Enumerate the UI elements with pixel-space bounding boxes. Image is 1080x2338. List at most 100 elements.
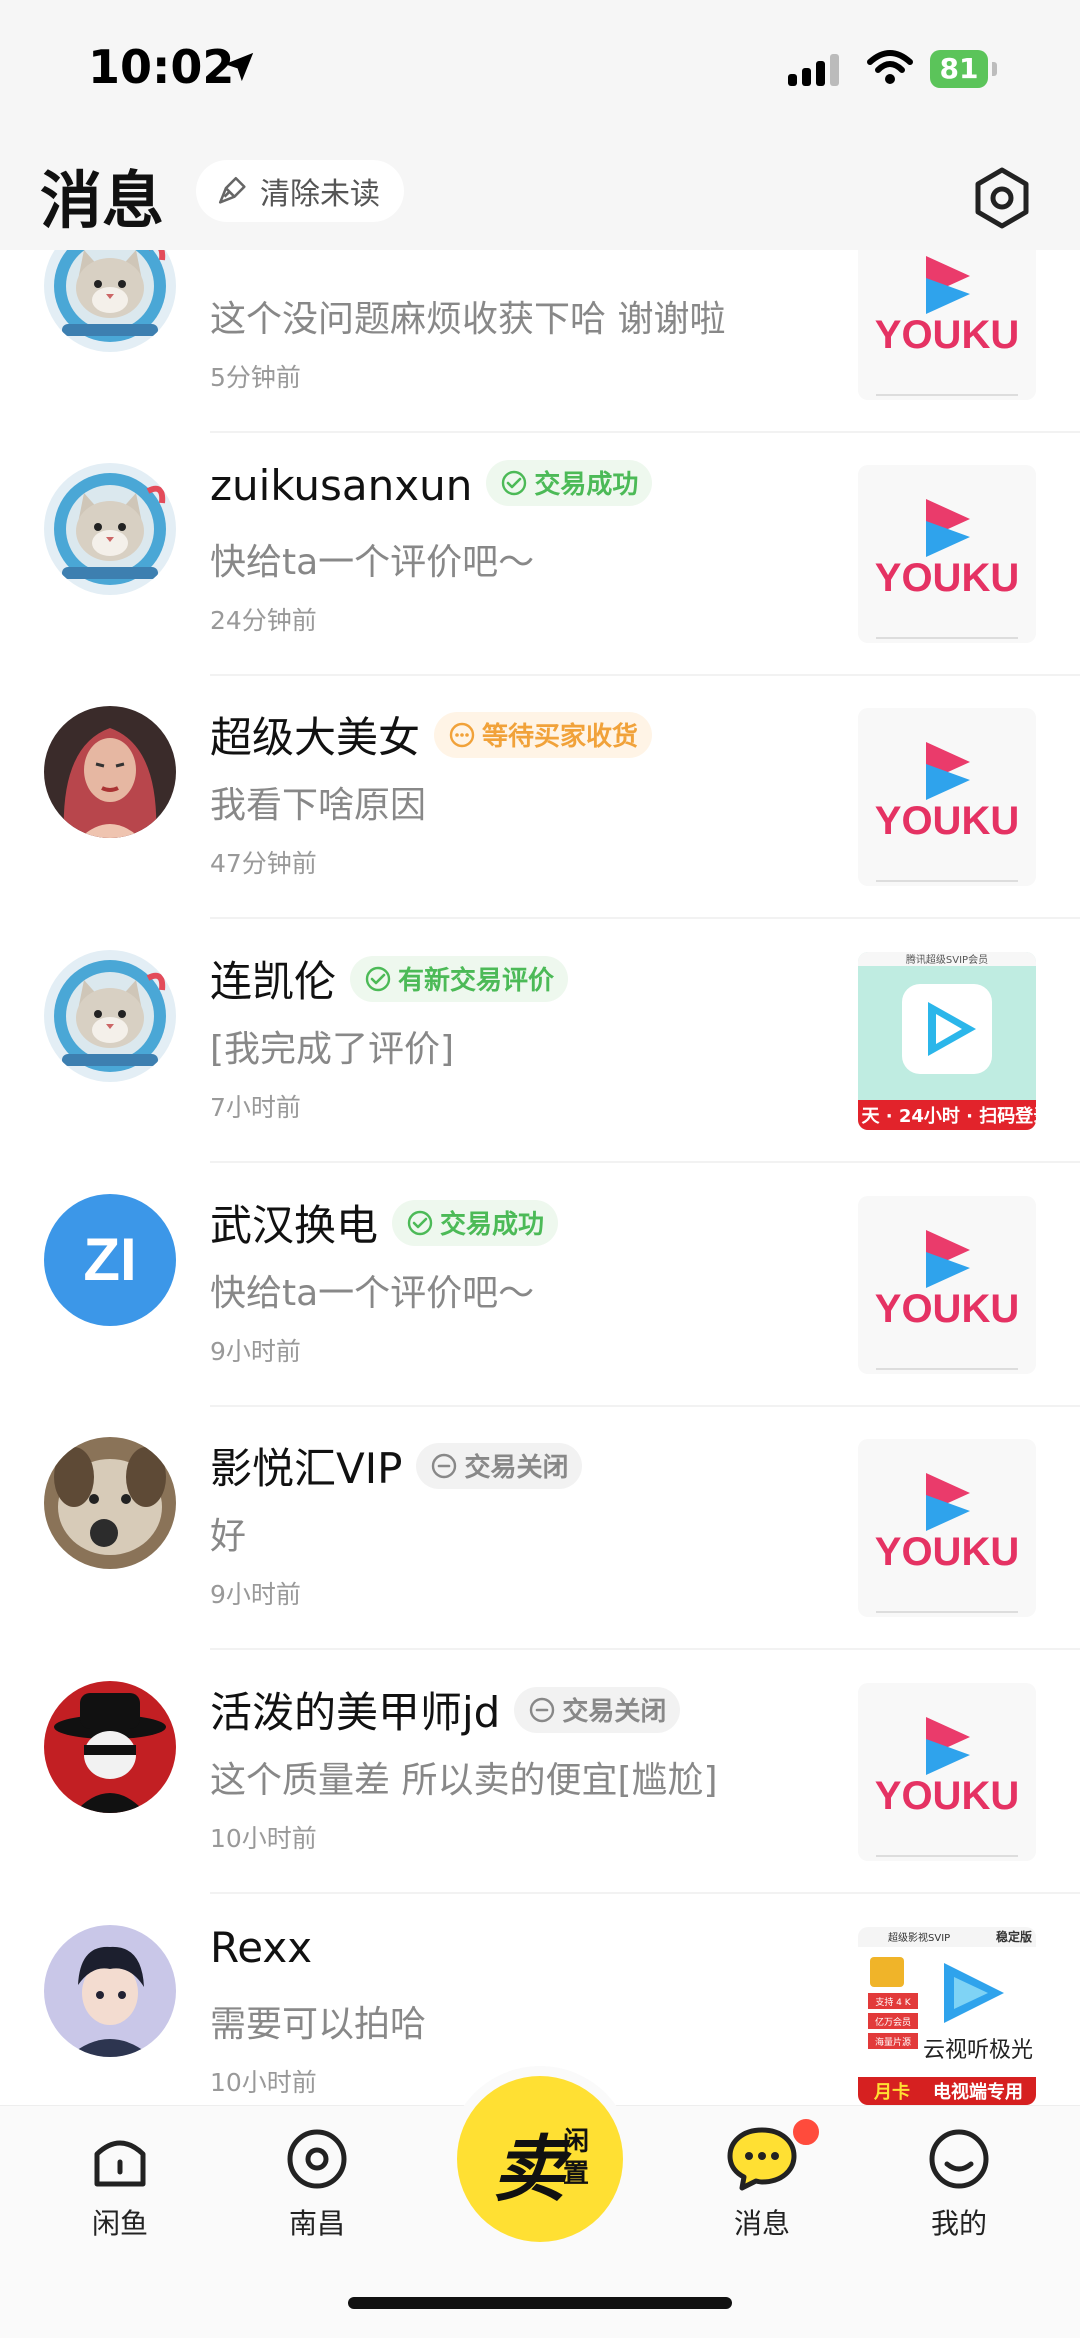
avatar[interactable]: [44, 950, 176, 1082]
minus-circle-icon: [432, 1453, 457, 1478]
status-bar: 10:02 81: [0, 0, 1080, 140]
avatar[interactable]: [44, 1437, 176, 1569]
item-thumbnail[interactable]: 超级影视SVIP 稳定版 支持 4 K 亿万会员 海量片源 云视听极光 月卡 电…: [858, 1927, 1036, 2105]
location-arrow-icon: [224, 52, 254, 82]
battery-icon: 81: [930, 50, 988, 88]
trade-status-label: 有新交易评价: [398, 966, 555, 996]
svg-text:1 天 · 24小时 · 扫码登录: 1 天 · 24小时 · 扫码登录: [858, 1105, 1036, 1127]
sell-button[interactable]: 卖 闲置: [457, 2076, 623, 2242]
brand-logo-avatar-image: ZI: [44, 1194, 176, 1326]
youku-text: YOUKU: [875, 556, 1019, 600]
tab-nanchang[interactable]: 南昌: [257, 2126, 377, 2242]
conversation-name: 影悦汇VIP 交易关闭: [210, 1435, 583, 1496]
trade-status-label: 交易成功: [534, 470, 639, 500]
battery-tip: [992, 62, 997, 76]
row-divider: [210, 917, 1080, 919]
settings-icon[interactable]: [970, 166, 1034, 230]
trade-status-badge: 交易关闭: [514, 1686, 681, 1733]
youku-logo-image: YOUKU: [858, 708, 1036, 886]
youku-logo-image: YOUKU: [858, 1196, 1036, 1374]
tab-label: 南昌: [288, 2207, 345, 2240]
svg-text:云视听极光: 云视听极光: [923, 2038, 1033, 2063]
tv-membership-image: 超级影视SVIP 稳定版 支持 4 K 亿万会员 海量片源 云视听极光 月卡 电…: [858, 1927, 1036, 2105]
message-time: 9小时前: [210, 1337, 301, 1366]
item-thumbnail[interactable]: YOUKU: [858, 708, 1036, 886]
message-time: 47分钟前: [210, 849, 317, 878]
unread-dot: [790, 2116, 822, 2148]
trade-status-label: 交易关闭: [562, 1697, 667, 1727]
check-circle-icon: [407, 1210, 433, 1235]
contact-name: 超级大美女: [210, 713, 421, 762]
tab-label: 我的: [930, 2207, 987, 2240]
svg-text:ZI: ZI: [83, 1226, 136, 1293]
minus-circle-icon: [530, 1697, 555, 1722]
conversation-name: 连凯伦 有新交易评价: [210, 948, 569, 1009]
contact-name: 活泼的美甲师jd: [210, 1688, 501, 1737]
contact-name: Rexx: [210, 1923, 313, 1972]
sell-small-label: 闲置: [563, 2127, 590, 2189]
last-message: 快给ta一个评价吧～: [210, 1273, 535, 1314]
conversation-row[interactable]: 活泼的美甲师jd 交易关闭 这个质量差 所以卖的便宜[尴尬] 10小时前 YOUK…: [0, 1651, 1080, 1894]
last-message: 这个没问题麻烦收获下哈 谢谢啦: [210, 299, 726, 340]
youku-text: YOUKU: [875, 799, 1019, 843]
item-thumbnail[interactable]: YOUKU: [858, 1683, 1036, 1861]
svg-text:月卡: 月卡: [873, 2081, 910, 2103]
youku-logo-image: YOUKU: [858, 465, 1036, 643]
cellular-signal-icon: [788, 54, 839, 86]
conversation-name: 活泼的美甲师jd 交易关闭: [210, 1679, 681, 1740]
item-thumbnail[interactable]: YOUKU: [858, 465, 1036, 643]
youku-text: YOUKU: [875, 1774, 1019, 1818]
last-message: 快给ta一个评价吧～: [210, 542, 535, 583]
avatar[interactable]: [44, 1925, 176, 2057]
avatar[interactable]: ZI: [44, 1194, 176, 1326]
anime-boy-avatar-image: [44, 1925, 176, 2057]
conversation-row[interactable]: ZI 武汉换电 交易成功 快给ta一个评价吧～ 9小时前 YOUKU: [0, 1164, 1080, 1407]
conversation-row[interactable]: 影悦汇VIP 交易关闭 好 9小时前 YOUKU: [0, 1407, 1080, 1650]
conversation-name: zuikusanxun 交易成功: [210, 459, 653, 512]
tab-label: 消息: [733, 2207, 790, 2240]
check-circle-icon: [365, 966, 391, 991]
last-message: [我完成了评价]: [210, 1029, 455, 1070]
tab-xianyu[interactable]: 闲鱼: [60, 2126, 180, 2242]
message-time: 10小时前: [210, 1824, 317, 1853]
item-thumbnail[interactable]: 腾讯超级SVIP会员 1 天 · 24小时 · 扫码登录: [858, 952, 1036, 1130]
trade-status-badge: 有新交易评价: [350, 955, 569, 1002]
youku-logo-image: YOUKU: [858, 1683, 1036, 1861]
item-thumbnail[interactable]: YOUKU: [858, 1196, 1036, 1374]
location-icon: [287, 2129, 347, 2189]
clear-unread-label: 清除未读: [260, 177, 380, 212]
avatar[interactable]: [44, 463, 176, 595]
message-time: 7小时前: [210, 1093, 301, 1122]
trade-status-label: 交易关闭: [464, 1453, 569, 1483]
item-thumbnail[interactable]: YOUKU: [858, 1439, 1036, 1617]
avatar[interactable]: [44, 1681, 176, 1813]
conversation-row[interactable]: 连凯伦 有新交易评价 [我完成了评价] 7小时前 腾讯超级SVIP会员 1 天 ·…: [0, 920, 1080, 1163]
contact-name: 武汉换电: [210, 1201, 379, 1250]
avatar[interactable]: [44, 706, 176, 838]
row-divider: [210, 1892, 1080, 1894]
message-time: 9小时前: [210, 1580, 301, 1609]
tab-profile[interactable]: 我的: [899, 2126, 1019, 2242]
svg-text:腾讯超级SVIP会员: 腾讯超级SVIP会员: [906, 953, 988, 966]
conversation-name: 武汉换电 交易成功: [210, 1192, 559, 1253]
clear-unread-button[interactable]: 清除未读: [196, 160, 404, 222]
message-icon: [727, 2127, 797, 2191]
youku-text: YOUKU: [875, 1530, 1019, 1574]
last-message: 这个质量差 所以卖的便宜[尴尬]: [210, 1760, 718, 1801]
contact-name: 连凯伦: [210, 957, 337, 1006]
svg-text:亿万会员: 亿万会员: [875, 2016, 911, 2028]
youku-text: YOUKU: [875, 1287, 1019, 1331]
conversation-name: Rexx: [210, 1923, 312, 1972]
trade-status-badge: 等待买家收货: [434, 711, 653, 758]
conversation-row[interactable]: 超级大美女 等待买家收货 我看下啥原因 47分钟前 YOUKU: [0, 676, 1080, 919]
message-time: 5分钟前: [210, 363, 301, 392]
conversation-row[interactable]: zuikusanxun 交易成功 快给ta一个评价吧～ 24分钟前 YOUKU: [0, 433, 1080, 676]
youku-logo-image: YOUKU: [858, 1439, 1036, 1617]
svg-text:超级影视SVIP: 超级影视SVIP: [888, 1931, 950, 1944]
last-message: 我看下啥原因: [210, 785, 427, 826]
trade-status-label: 等待买家收货: [482, 722, 639, 752]
woman-avatar-image: [44, 706, 176, 838]
trade-status-badge: 交易关闭: [416, 1442, 583, 1489]
conversation-name: 超级大美女 等待买家收货: [210, 704, 653, 765]
message-time: 24分钟前: [210, 606, 317, 635]
